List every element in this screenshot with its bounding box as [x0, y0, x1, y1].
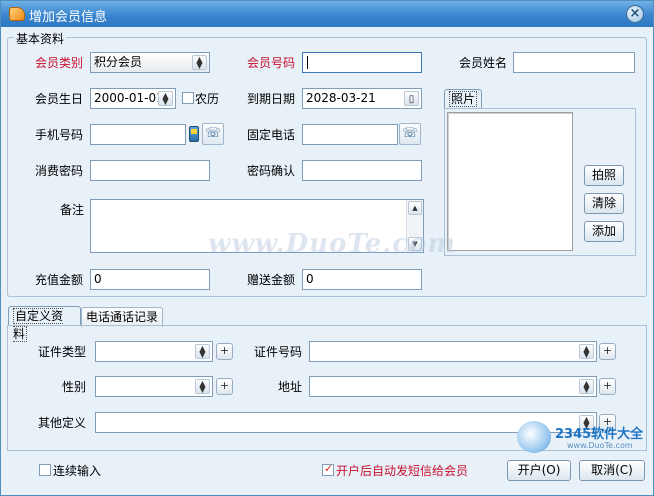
- chevron-updown-icon: ▲ ▼: [579, 379, 594, 394]
- lunar-checkbox[interactable]: [182, 92, 194, 104]
- site-badge: 2345软件大全 www.DuoTe.com: [517, 419, 651, 455]
- chevron-updown-icon: ▲ ▼: [579, 344, 594, 359]
- password-input[interactable]: [90, 160, 210, 181]
- recharge-label: 充值金额: [35, 273, 84, 287]
- mobile-phone-icon[interactable]: [189, 126, 199, 142]
- photo-preview: [447, 112, 573, 251]
- password-label: 消费密码: [35, 164, 84, 178]
- add-id-no-button[interactable]: +: [599, 343, 616, 360]
- basic-info-title: 基本资料: [14, 30, 67, 47]
- remark-label: 备注: [60, 203, 85, 217]
- photo-tab-label: 照片: [449, 91, 478, 107]
- birthday-value: 2000-01-01: [94, 91, 164, 105]
- birthday-label: 会员生日: [35, 92, 84, 106]
- add-member-dialog: 增加会员信息 × 基本资料 会员类别 积分会员 ▲ ▼ 会员号码 会员姓名 会员生…: [0, 0, 654, 496]
- member-name-label: 会员姓名: [459, 56, 508, 70]
- password-confirm-label: 密码确认: [247, 164, 296, 178]
- continuous-input-checkbox[interactable]: [39, 464, 51, 476]
- birthday-picker[interactable]: 2000-01-01 ▲ ▼: [90, 88, 176, 109]
- gift-label: 赠送金额: [247, 273, 296, 287]
- app-icon: [9, 7, 25, 21]
- badge-url: www.DuoTe.com: [567, 441, 633, 450]
- recharge-input[interactable]: 0: [90, 269, 210, 290]
- id-type-label: 证件类型: [38, 345, 87, 359]
- id-type-select[interactable]: ▲ ▼: [95, 341, 213, 362]
- add-photo-button[interactable]: 添加: [584, 221, 624, 242]
- spinner-icon: ▲ ▼: [158, 91, 173, 106]
- tab-photo[interactable]: 照片: [444, 89, 482, 109]
- gift-input[interactable]: 0: [302, 269, 422, 290]
- id-no-select[interactable]: ▲ ▼: [309, 341, 597, 362]
- phone-label: 固定电话: [247, 128, 296, 142]
- chevron-updown-icon: ▲ ▼: [192, 55, 207, 70]
- member-name-input[interactable]: [513, 52, 635, 73]
- sms-checkbox[interactable]: [322, 462, 334, 476]
- expire-label: 到期日期: [247, 92, 296, 106]
- member-type-value: 积分会员: [94, 55, 143, 69]
- member-type-select[interactable]: 积分会员 ▲ ▼: [90, 52, 210, 73]
- dial-landline-icon[interactable]: ☏: [399, 123, 421, 145]
- cancel-button[interactable]: 取消(C): [579, 460, 645, 481]
- tab-call-records[interactable]: 电话通话记录: [81, 307, 163, 327]
- mobile-input[interactable]: [90, 124, 186, 145]
- open-account-button[interactable]: 开户(O): [507, 460, 571, 481]
- title-bar[interactable]: 增加会员信息 ×: [1, 1, 653, 27]
- badge-title: 2345软件大全: [555, 427, 644, 442]
- phone-input[interactable]: [302, 124, 398, 145]
- chevron-updown-icon: ▲ ▼: [195, 344, 210, 359]
- add-address-button[interactable]: +: [599, 378, 616, 395]
- site-watermark: www.DuoTe.com: [208, 229, 457, 259]
- tab-custom-info[interactable]: 自定义资料: [8, 306, 81, 342]
- scroll-up-icon[interactable]: ▲: [408, 201, 422, 215]
- close-icon[interactable]: ×: [626, 5, 644, 23]
- mobile-label: 手机号码: [35, 128, 84, 142]
- member-no-input[interactable]: [302, 52, 422, 73]
- expire-value: 2028-03-21: [306, 91, 376, 105]
- add-gender-button[interactable]: +: [216, 378, 233, 395]
- dial-phone-icon[interactable]: ☏: [202, 123, 224, 145]
- mascot-icon: [517, 421, 551, 453]
- gender-select[interactable]: ▲ ▼: [95, 376, 213, 397]
- text-caret: [307, 56, 308, 69]
- member-no-label: 会员号码: [247, 56, 296, 70]
- continuous-input-label: 连续输入: [53, 464, 102, 478]
- address-label: 地址: [278, 380, 303, 394]
- gender-label: 性别: [62, 380, 87, 394]
- other-label: 其他定义: [38, 416, 87, 430]
- add-id-type-button[interactable]: +: [216, 343, 233, 360]
- capture-photo-button[interactable]: 拍照: [584, 165, 624, 186]
- calendar-dropdown-icon: ▯: [404, 91, 419, 106]
- expire-date-picker[interactable]: 2028-03-21 ▯: [302, 88, 422, 109]
- chevron-updown-icon: ▲ ▼: [195, 379, 210, 394]
- id-no-label: 证件号码: [254, 345, 303, 359]
- clear-photo-button[interactable]: 清除: [584, 193, 624, 214]
- sms-label: 开户后自动发短信给会员: [336, 464, 469, 478]
- member-type-label: 会员类别: [35, 56, 84, 70]
- lunar-label: 农历: [195, 92, 220, 106]
- password-confirm-input[interactable]: [302, 160, 422, 181]
- window-title: 增加会员信息: [29, 10, 108, 25]
- address-select[interactable]: ▲ ▼: [309, 376, 597, 397]
